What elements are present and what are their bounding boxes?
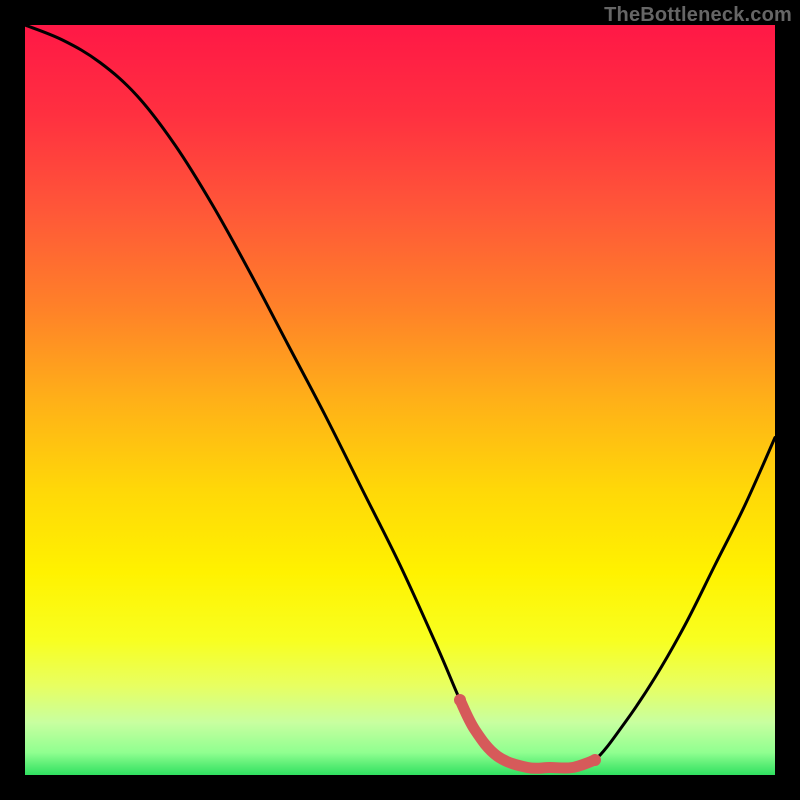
highlight-end-dot [589,754,601,766]
chart-svg [25,25,775,775]
plot-area [25,25,775,775]
chart-container: TheBottleneck.com [0,0,800,800]
highlight-start-dot [454,694,466,706]
attribution-text: TheBottleneck.com [604,4,792,27]
